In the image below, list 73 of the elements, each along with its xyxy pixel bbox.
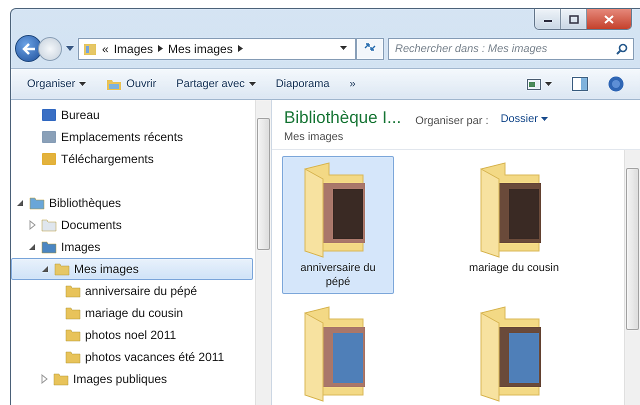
- nav-item[interactable]: Bureau: [11, 104, 253, 126]
- breadcrumb-overflow[interactable]: «: [102, 42, 109, 56]
- address-bar[interactable]: « Images Mes images: [78, 38, 356, 60]
- search-icon[interactable]: [616, 42, 628, 54]
- nav-item[interactable]: Mes images: [11, 258, 253, 280]
- back-button[interactable]: [15, 35, 42, 62]
- dropdown-caret-icon[interactable]: [340, 46, 347, 51]
- expanded-arrow-icon[interactable]: [15, 198, 25, 208]
- folder-icon: [54, 262, 70, 276]
- recent-icon: [41, 130, 57, 144]
- library-title: Bibliothèque I...: [284, 108, 402, 128]
- view-icon: [527, 78, 541, 90]
- folder-name: mariage du cousin: [469, 261, 559, 275]
- toolbar-button[interactable]: Organiser: [21, 76, 92, 92]
- expanded-arrow-icon[interactable]: [27, 242, 37, 252]
- maximize-icon: [568, 14, 578, 24]
- search-field[interactable]: Rechercher dans : Mes images: [388, 38, 634, 60]
- caret-icon: [79, 82, 86, 86]
- folder-name: anniversaire du pépé: [299, 261, 377, 289]
- toolbar-button[interactable]: Partager avec: [170, 76, 262, 92]
- folder-tile[interactable]: mariage du cousin: [458, 156, 570, 294]
- toolbar-button[interactable]: Diaporama: [270, 76, 336, 92]
- nav-item[interactable]: Images publiques: [11, 368, 253, 390]
- nav-item[interactable]: photos vacances été 2011: [11, 346, 253, 368]
- library-icon: [83, 42, 97, 56]
- caret-icon: [248, 82, 256, 86]
- nav-item[interactable]: Bibliothèques: [11, 192, 253, 214]
- arrange-dropdown[interactable]: Dossier: [498, 113, 550, 125]
- nav-item[interactable]: anniversaire du pépé: [11, 280, 253, 302]
- toolbar-button[interactable]: Ouvrir: [100, 76, 162, 92]
- chevron-icon[interactable]: [158, 45, 164, 52]
- folder-icon: [65, 284, 81, 298]
- collapsed-arrow-icon[interactable]: [27, 220, 37, 230]
- back-arrow-icon: [22, 42, 36, 54]
- nav-item[interactable]: Téléchargements: [11, 148, 253, 170]
- arrange-label: Organiser par :: [415, 115, 489, 127]
- nav-item[interactable]: mariage du cousin: [11, 302, 253, 324]
- folder-icon: [65, 306, 81, 320]
- scrollbar[interactable]: [255, 100, 271, 405]
- expanded-arrow-icon[interactable]: [40, 264, 50, 274]
- folder-icon: [65, 350, 81, 364]
- folder-icon: [53, 372, 69, 386]
- caret-icon: [540, 117, 548, 122]
- pane-icon: [572, 77, 588, 91]
- collapsed-arrow-icon[interactable]: [39, 374, 49, 384]
- images-icon: [41, 240, 57, 254]
- folder-icon: [65, 328, 81, 342]
- chevron-icon[interactable]: [238, 45, 243, 52]
- close-button[interactable]: [587, 9, 631, 29]
- breadcrumb[interactable]: Images: [114, 42, 154, 56]
- help-icon: [608, 76, 624, 92]
- downloads-icon: [41, 152, 57, 166]
- nav-item[interactable]: Emplacements récents: [11, 126, 253, 148]
- minimize-button[interactable]: [535, 9, 561, 29]
- more-button[interactable]: »: [344, 76, 362, 92]
- recent-pages-caret-icon[interactable]: [66, 46, 74, 52]
- caret-icon: [545, 82, 552, 86]
- nav-item[interactable]: photos noel 2011: [11, 324, 253, 346]
- folder-tile[interactable]: anniversaire du pépé: [282, 156, 394, 294]
- forward-button[interactable]: [38, 36, 62, 60]
- folder-icon: [106, 78, 122, 90]
- close-icon: [604, 14, 614, 24]
- documents-icon: [41, 218, 57, 232]
- desktop-icon: [41, 108, 57, 122]
- refresh-icon: [363, 41, 377, 53]
- library-icon: [29, 196, 45, 210]
- maximize-button[interactable]: [561, 9, 587, 29]
- nav-item[interactable]: Images: [11, 236, 253, 258]
- scrollbar[interactable]: [624, 150, 640, 405]
- breadcrumb[interactable]: Mes images: [168, 42, 233, 56]
- nav-item[interactable]: Documents: [11, 214, 253, 236]
- refresh-button[interactable]: [356, 38, 384, 60]
- library-subtitle: Mes images: [284, 131, 344, 143]
